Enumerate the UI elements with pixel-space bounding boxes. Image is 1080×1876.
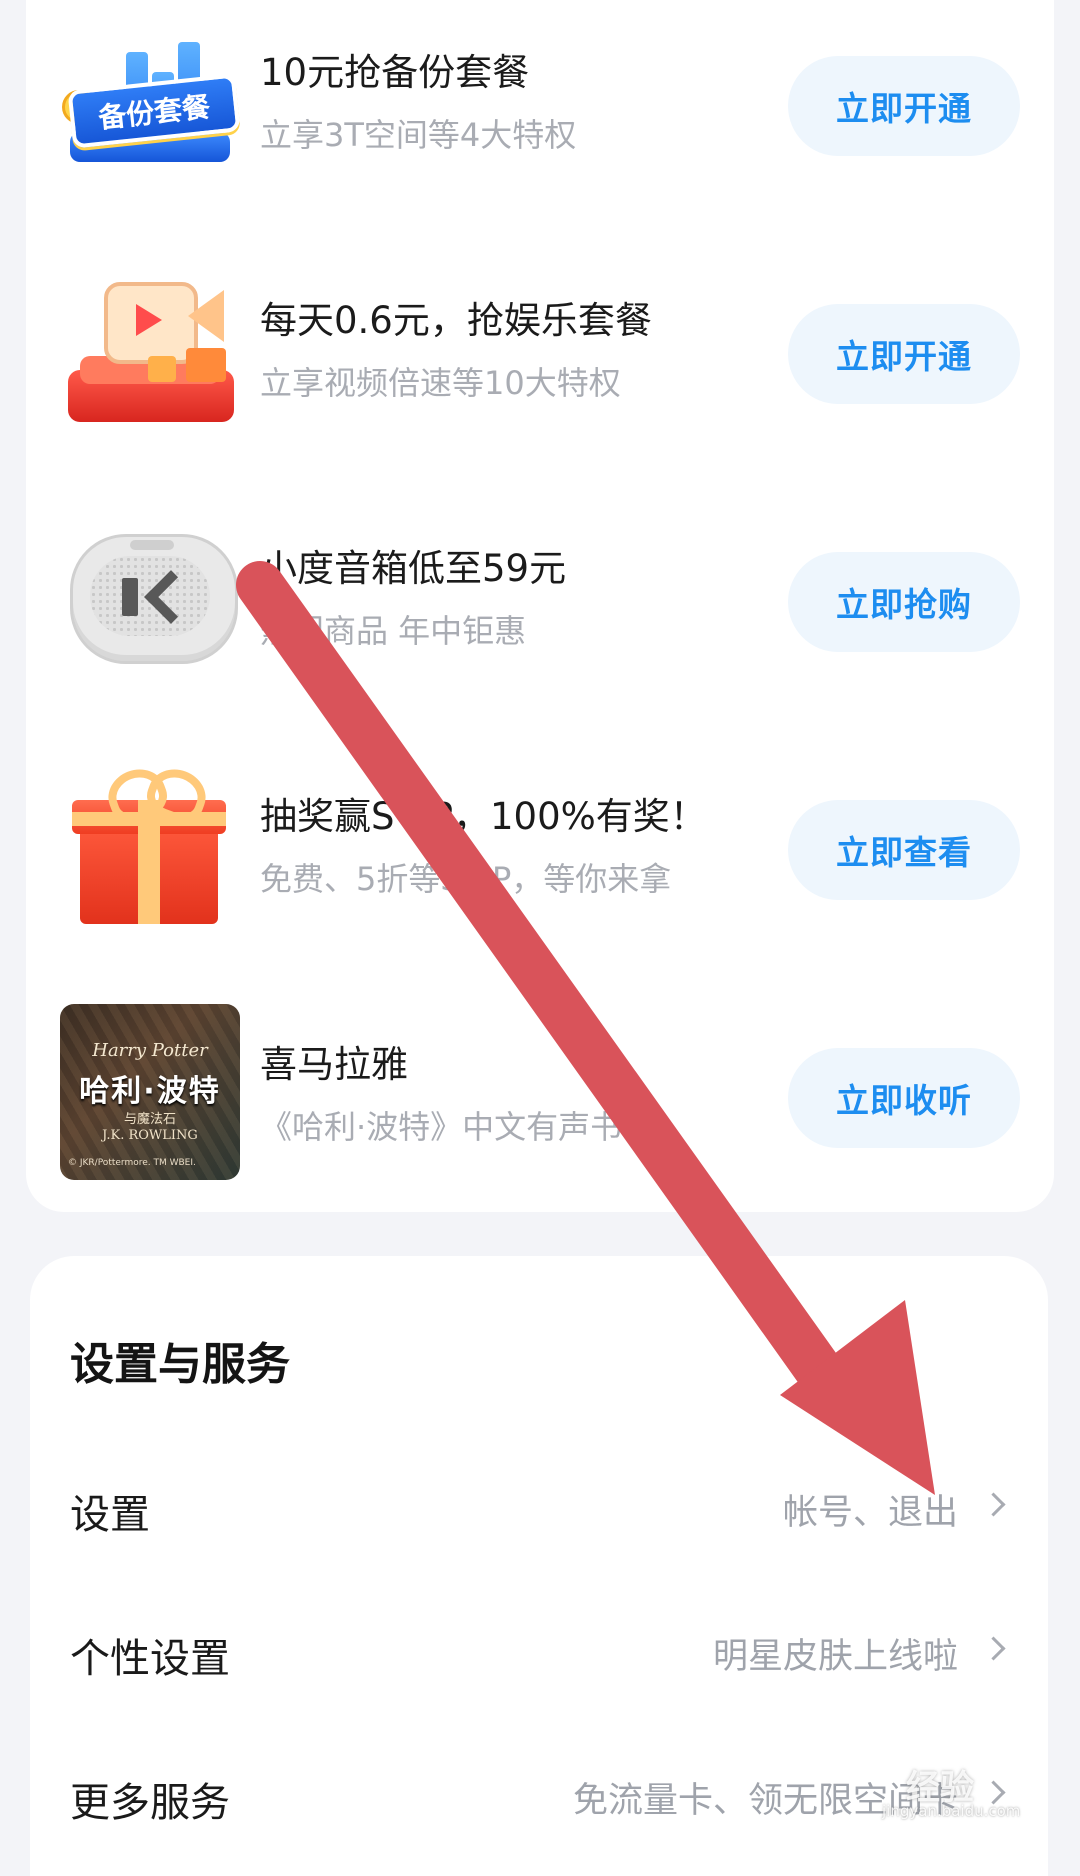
watermark-url: jingyan.baidu.com: [882, 1802, 1021, 1820]
chevron-right-icon: [981, 1492, 1006, 1517]
backup-package-icon: 备份套餐: [60, 12, 240, 188]
harry-potter-cover-image: Harry Potter 哈利·波特 与魔法石 J.K. ROWLING © J…: [60, 1004, 240, 1180]
promo-subtitle: 免费、5折等SVIP，等你来拿: [260, 860, 672, 898]
view-lottery-button[interactable]: 立即查看: [788, 800, 1020, 900]
personalization-label: 个性设置: [70, 1636, 230, 1682]
buy-speaker-button[interactable]: 立即抢购: [788, 552, 1020, 652]
chevron-right-icon: [981, 1636, 1006, 1661]
promo-title: 抽奖赢SVIP，100%有奖！: [260, 795, 707, 838]
smart-speaker-icon: [60, 508, 240, 684]
listen-audiobook-button[interactable]: 立即收听: [788, 1048, 1020, 1148]
watermark: 经验 jingyan.baidu.com: [882, 1710, 1052, 1820]
settings-hint: 帐号、退出: [782, 1493, 958, 1533]
settings-label: 设置: [70, 1492, 150, 1538]
promo-title: 10元抢备份套餐: [260, 51, 530, 94]
video-camera-icon: [60, 260, 240, 436]
promo-title: 每天0.6元，抢娱乐套餐: [260, 299, 652, 342]
open-backup-button[interactable]: 立即开通: [788, 56, 1020, 156]
promo-item-audiobook[interactable]: Harry Potter 哈利·波特 与魔法石 J.K. ROWLING © J…: [26, 992, 1054, 1192]
promotions-card: 备份套餐 10元抢备份套餐 立享3T空间等4大特权 立即开通 每天0.6元，抢娱…: [26, 0, 1054, 1212]
promo-item-speaker[interactable]: 小度音箱低至59元 热门商品 年中钜惠 立即抢购: [26, 496, 1054, 696]
promo-item-lottery[interactable]: 抽奖赢SVIP，100%有奖！ 免费、5折等SVIP，等你来拿 立即查看: [26, 744, 1054, 944]
promo-title: 喜马拉雅: [260, 1043, 408, 1086]
more-services-label: 更多服务: [70, 1780, 230, 1826]
personalization-row[interactable]: 个性设置 明星皮肤上线啦: [30, 1590, 1048, 1710]
settings-row[interactable]: 设置 帐号、退出: [30, 1446, 1048, 1566]
promo-subtitle: 立享3T空间等4大特权: [260, 116, 577, 154]
gift-box-icon: [60, 756, 240, 932]
promo-subtitle: 热门商品 年中钜惠: [260, 612, 527, 650]
paw-icon: [896, 1716, 948, 1762]
open-entertainment-button[interactable]: 立即开通: [788, 304, 1020, 404]
promo-item-backup[interactable]: 备份套餐 10元抢备份套餐 立享3T空间等4大特权 立即开通: [26, 0, 1054, 200]
section-title: 设置与服务: [70, 1339, 290, 1390]
promo-subtitle: 《哈利·波特》中文有声书: [260, 1108, 623, 1146]
personalization-hint: 明星皮肤上线啦: [712, 1637, 958, 1677]
promo-title: 小度音箱低至59元: [260, 547, 567, 590]
promo-subtitle: 立享视频倍速等10大特权: [260, 364, 621, 402]
promo-item-entertainment[interactable]: 每天0.6元，抢娱乐套餐 立享视频倍速等10大特权 立即开通: [26, 248, 1054, 448]
